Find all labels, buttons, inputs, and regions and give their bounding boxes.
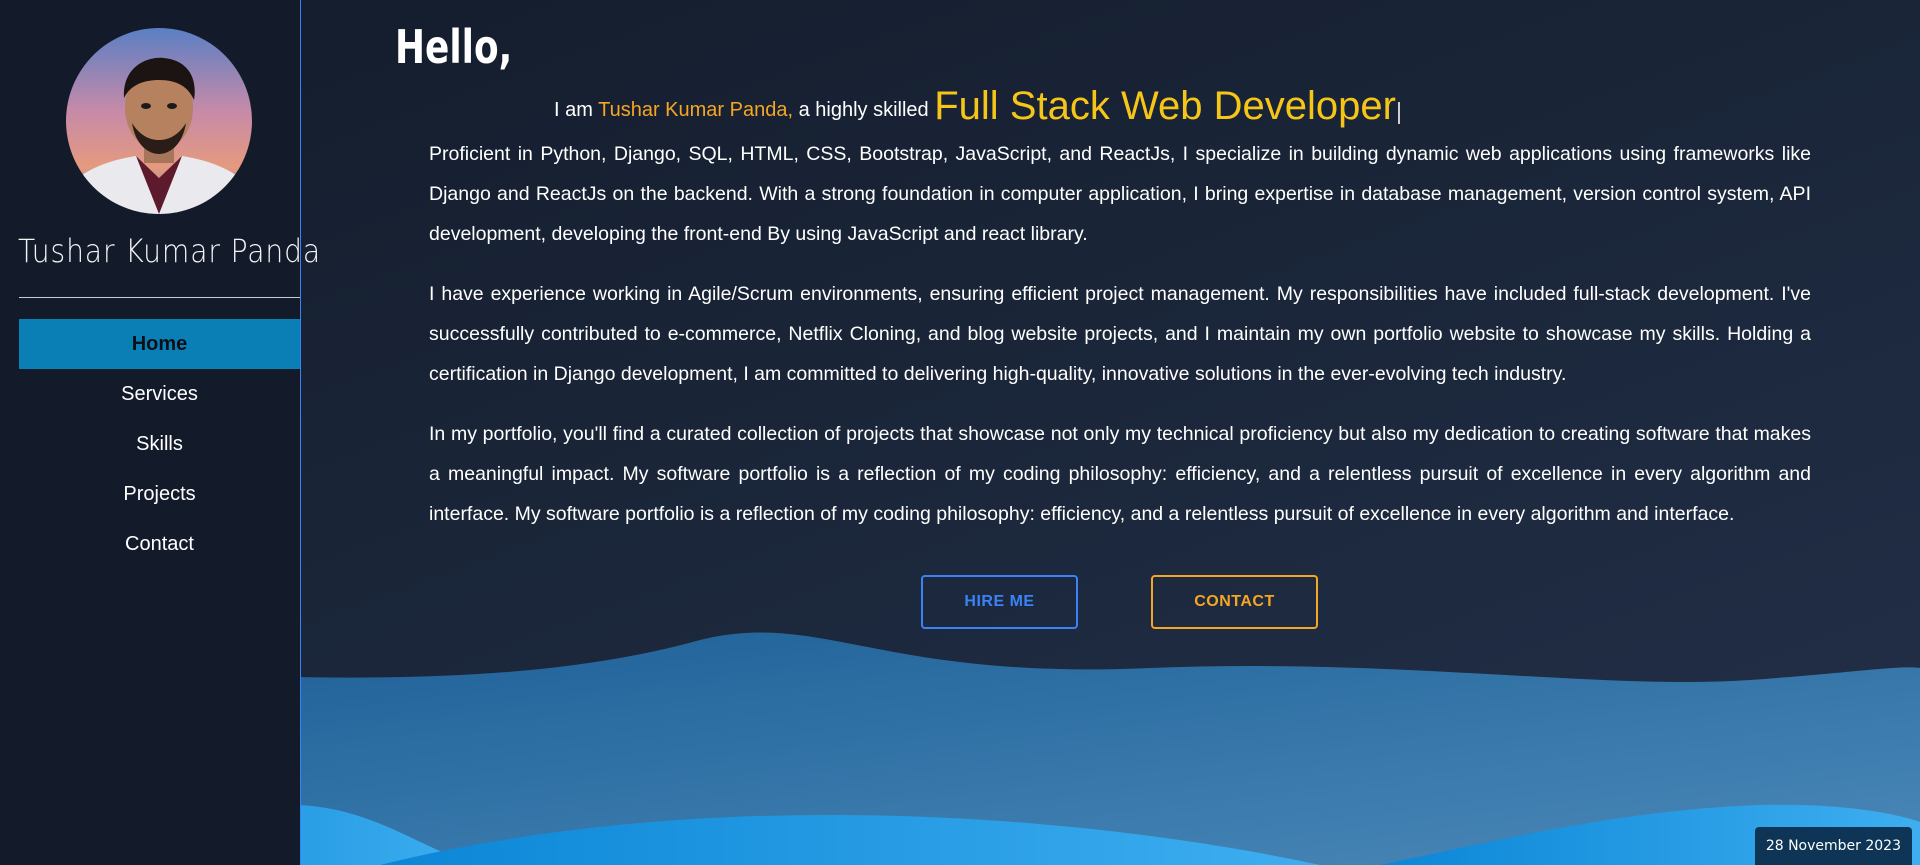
bio: Proficient in Python, Django, SQL, HTML,…	[429, 134, 1811, 554]
bio-paragraph: In my portfolio, you'll find a curated c…	[429, 423, 1811, 525]
nav-item-projects[interactable]: Projects	[19, 469, 300, 519]
intro-middle: a highly skilled	[798, 99, 929, 121]
nav-item-home[interactable]: Home	[19, 319, 300, 369]
profile-name: Tushar Kumar Panda	[18, 232, 321, 270]
contact-button[interactable]: CONTACT	[1151, 575, 1318, 629]
profile-photo	[66, 28, 252, 214]
bio-paragraph: I have experience working in Agile/Scrum…	[429, 283, 1811, 385]
intro-name: Tushar Kumar Panda,	[598, 99, 794, 121]
hire-me-button[interactable]: HIRE ME	[921, 575, 1078, 629]
sidebar-nav: Home Services Skills Projects Contact	[19, 319, 300, 569]
date-badge: 28 November 2023	[1754, 827, 1912, 865]
nav-item-skills[interactable]: Skills	[19, 419, 300, 469]
typing-cursor	[1397, 102, 1400, 124]
intro-prefix: I am	[554, 99, 593, 121]
nav-item-services[interactable]: Services	[19, 369, 300, 419]
nav-item-contact[interactable]: Contact	[19, 519, 300, 569]
bio-paragraph: Proficient in Python, Django, SQL, HTML,…	[429, 143, 1811, 245]
intro-line: I am Tushar Kumar Panda, a highly skille…	[554, 84, 1400, 129]
avatar	[66, 28, 252, 214]
greeting-heading: Hello,	[395, 20, 513, 74]
role-title: Full Stack Web Developer	[934, 84, 1396, 128]
sidebar: Tushar Kumar Panda Home Services Skills …	[0, 0, 321, 865]
sidebar-divider	[19, 297, 300, 298]
